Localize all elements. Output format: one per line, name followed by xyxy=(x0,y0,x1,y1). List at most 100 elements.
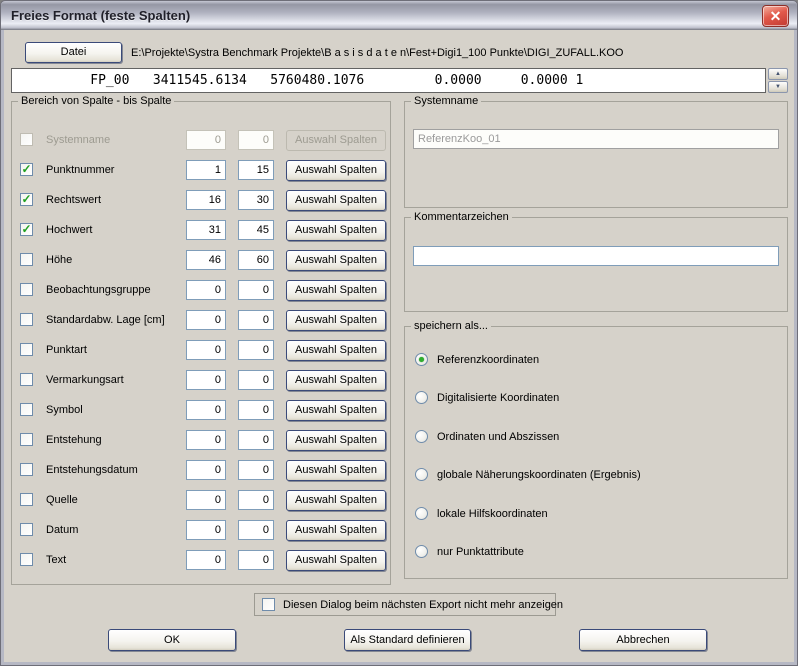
systemname-input xyxy=(413,129,779,149)
from-column-input-punktnummer[interactable] xyxy=(186,160,226,180)
preview-field[interactable]: FP_00 3411545.6134 5760480.1076 0.0000 0… xyxy=(11,68,766,93)
radio-label-globale-n-herungskoordinaten-ergebnis: globale Näherungskoordinaten (Ergebnis) xyxy=(437,469,641,481)
close-button[interactable]: ✕ xyxy=(762,5,789,27)
column-row-symbol: Symbol Auswahl Spalten xyxy=(20,400,384,422)
from-column-input-h-he[interactable] xyxy=(186,250,226,270)
from-column-input-entstehungsdatum[interactable] xyxy=(186,460,226,480)
from-column-input-standardabw-lage-cm[interactable] xyxy=(186,310,226,330)
als-standard-definieren-button[interactable]: Als Standard definieren xyxy=(344,629,471,651)
to-column-input-entstehung[interactable] xyxy=(238,430,274,450)
from-column-input-vermarkungsart[interactable] xyxy=(186,370,226,390)
checkbox-hochwert[interactable]: ✓ xyxy=(20,223,33,236)
to-column-input-rechtswert[interactable] xyxy=(238,190,274,210)
radio-referenzkoordinaten[interactable] xyxy=(415,353,428,366)
radio-label-digitalisierte-koordinaten: Digitalisierte Koordinaten xyxy=(437,392,559,404)
to-column-input-hochwert[interactable] xyxy=(238,220,274,240)
checkbox-text[interactable] xyxy=(20,553,33,566)
to-column-input-punktart[interactable] xyxy=(238,340,274,360)
from-column-input-datum[interactable] xyxy=(186,520,226,540)
file-path: E:\Projekte\Systra Benchmark Projekte\B … xyxy=(131,47,783,59)
checkbox-symbol[interactable] xyxy=(20,403,33,416)
checkbox-systemname xyxy=(20,133,33,146)
column-row-quelle: QuelleAuswahl Spalten xyxy=(20,490,384,512)
ok-button[interactable]: OK xyxy=(108,629,236,651)
from-column-input-beobachtungsgruppe[interactable] xyxy=(186,280,226,300)
hide-dialog-label: Diesen Dialog beim nächsten Export nicht… xyxy=(283,599,563,611)
title-bar[interactable]: Freies Format (feste Spalten) xyxy=(1,1,797,30)
auswahl-spalten-button-systemname: Auswahl Spalten xyxy=(286,130,386,151)
checkbox-standardabw-lage-cm[interactable] xyxy=(20,313,33,326)
checkbox-vermarkungsart[interactable] xyxy=(20,373,33,386)
radio-digitalisierte-koordinaten[interactable] xyxy=(415,391,428,404)
auswahl-spalten-button-beobachtungsgruppe[interactable]: Auswahl Spalten xyxy=(286,280,386,301)
row-label-h-he: Höhe xyxy=(46,254,72,266)
auswahl-spalten-button-rechtswert[interactable]: Auswahl Spalten xyxy=(286,190,386,211)
from-column-input-rechtswert[interactable] xyxy=(186,190,226,210)
to-column-input-symbol[interactable] xyxy=(238,400,274,420)
auswahl-spalten-button-text[interactable]: Auswahl Spalten xyxy=(286,550,386,571)
radio-label-ordinaten-und-abszissen: Ordinaten und Abszissen xyxy=(437,431,559,443)
from-column-input-symbol[interactable] xyxy=(186,400,226,420)
checkbox-punktart[interactable] xyxy=(20,343,33,356)
radio-globale-n-herungskoordinaten-ergebnis[interactable] xyxy=(415,468,428,481)
checkbox-rechtswert[interactable]: ✓ xyxy=(20,193,33,206)
preview-line: FP_00 3411545.6134 5760480.1076 0.0000 0… xyxy=(12,69,765,92)
column-row-text: TextAuswahl Spalten xyxy=(20,550,384,572)
to-column-input-datum[interactable] xyxy=(238,520,274,540)
radio-ordinaten-und-abszissen[interactable] xyxy=(415,430,428,443)
auswahl-spalten-button-entstehung[interactable]: Auswahl Spalten xyxy=(286,430,386,451)
abbrechen-button[interactable]: Abbrechen xyxy=(579,629,707,651)
to-column-input-vermarkungsart[interactable] xyxy=(238,370,274,390)
to-column-input-punktnummer[interactable] xyxy=(238,160,274,180)
column-row-punktnummer: ✓PunktnummerAuswahl Spalten xyxy=(20,160,384,182)
radio-lokale-hilfskoordinaten[interactable] xyxy=(415,507,428,520)
hide-dialog-box: Diesen Dialog beim nächsten Export nicht… xyxy=(254,593,556,616)
checkbox-punktnummer[interactable]: ✓ xyxy=(20,163,33,176)
speichern-als-group: speichern als... ReferenzkoordinatenDigi… xyxy=(404,326,788,579)
to-column-input-h-he[interactable] xyxy=(238,250,274,270)
auswahl-spalten-button-entstehungsdatum[interactable]: Auswahl Spalten xyxy=(286,460,386,481)
to-column-input-beobachtungsgruppe[interactable] xyxy=(238,280,274,300)
from-column-input-text[interactable] xyxy=(186,550,226,570)
row-label-symbol: Symbol xyxy=(46,404,83,416)
radio-label-nur-punktattribute: nur Punktattribute xyxy=(437,546,524,558)
checkbox-h-he[interactable] xyxy=(20,253,33,266)
checkbox-entstehung[interactable] xyxy=(20,433,33,446)
auswahl-spalten-button-datum[interactable]: Auswahl Spalten xyxy=(286,520,386,541)
hide-dialog-checkbox[interactable] xyxy=(262,598,275,611)
auswahl-spalten-button-hochwert[interactable]: Auswahl Spalten xyxy=(286,220,386,241)
scroll-up-button[interactable]: ▲ xyxy=(768,68,788,80)
radio-label-referenzkoordinaten: Referenzkoordinaten xyxy=(437,354,539,366)
radio-nur-punktattribute[interactable] xyxy=(415,545,428,558)
auswahl-spalten-button-standardabw-lage-cm[interactable]: Auswahl Spalten xyxy=(286,310,386,331)
row-label-entstehungsdatum: Entstehungsdatum xyxy=(46,464,138,476)
from-column-input-quelle[interactable] xyxy=(186,490,226,510)
checkbox-beobachtungsgruppe[interactable] xyxy=(20,283,33,296)
to-column-input-standardabw-lage-cm[interactable] xyxy=(238,310,274,330)
auswahl-spalten-button-punktnummer[interactable]: Auswahl Spalten xyxy=(286,160,386,181)
kommentarzeichen-input[interactable] xyxy=(413,246,779,266)
from-column-input-entstehung[interactable] xyxy=(186,430,226,450)
scroll-down-button[interactable]: ▼ xyxy=(768,81,788,93)
auswahl-spalten-button-quelle[interactable]: Auswahl Spalten xyxy=(286,490,386,511)
checkbox-entstehungsdatum[interactable] xyxy=(20,463,33,476)
auswahl-spalten-button-h-he[interactable]: Auswahl Spalten xyxy=(286,250,386,271)
preview-scroll: ▲ ▼ xyxy=(768,68,788,94)
auswahl-spalten-button-vermarkungsart[interactable]: Auswahl Spalten xyxy=(286,370,386,391)
auswahl-spalten-button-punktart[interactable]: Auswahl Spalten xyxy=(286,340,386,361)
column-range-group: Bereich von Spalte - bis Spalte Systemna… xyxy=(11,101,391,585)
from-column-input-hochwert[interactable] xyxy=(186,220,226,240)
row-label-entstehung: Entstehung xyxy=(46,434,102,446)
to-column-input-entstehungsdatum[interactable] xyxy=(238,460,274,480)
column-range-group-title: Bereich von Spalte - bis Spalte xyxy=(18,95,174,108)
systemname-group: Systemname xyxy=(404,101,788,208)
to-column-input-text[interactable] xyxy=(238,550,274,570)
datei-button[interactable]: Datei xyxy=(25,42,122,63)
from-column-input-punktart[interactable] xyxy=(186,340,226,360)
checkbox-quelle[interactable] xyxy=(20,493,33,506)
checkbox-datum[interactable] xyxy=(20,523,33,536)
auswahl-spalten-button-symbol[interactable]: Auswahl Spalten xyxy=(286,400,386,421)
to-column-input-quelle[interactable] xyxy=(238,490,274,510)
arrow-up-icon: ▲ xyxy=(775,71,781,77)
column-row-standardabw-lage-cm: Standardabw. Lage [cm]Auswahl Spalten xyxy=(20,310,384,332)
